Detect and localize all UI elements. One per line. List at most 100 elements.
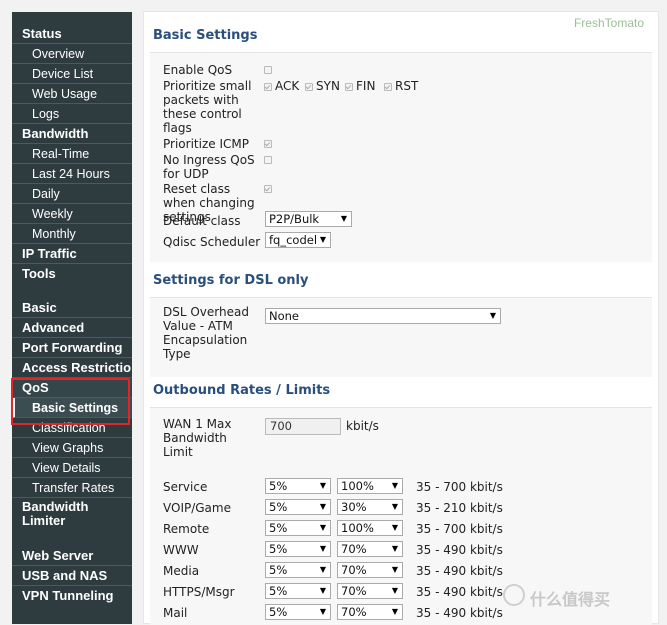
chevron-down-icon: ▼ — [319, 481, 326, 490]
max-rate-select[interactable]: 100% ▼ — [337, 520, 403, 536]
min-rate-select[interactable]: 5% ▼ — [265, 499, 331, 515]
basic-settings-panel: Enable QoS Prioritize small packets with… — [150, 52, 652, 262]
qdisc-scheduler-label: Qdisc Scheduler — [163, 235, 261, 249]
wan-max-bandwidth-input[interactable]: 700 — [265, 418, 341, 435]
watermark-logo-icon — [503, 584, 525, 606]
min-rate-select[interactable]: 5% ▼ — [265, 583, 331, 599]
min-rate-value: 5% — [269, 479, 288, 493]
nav-view-details[interactable]: View Details — [12, 458, 132, 478]
min-rate-select[interactable]: 5% ▼ — [265, 562, 331, 578]
min-rate-select[interactable]: 5% ▼ — [265, 520, 331, 536]
nav-bandwidth[interactable]: Bandwidth — [12, 124, 132, 144]
min-rate-select[interactable]: 5% ▼ — [265, 604, 331, 620]
ack-checkbox[interactable] — [264, 83, 272, 91]
max-rate-select[interactable]: 70% ▼ — [337, 541, 403, 557]
rate-class-name: Media — [163, 564, 200, 578]
chevron-down-icon: ▼ — [319, 607, 326, 616]
rate-class-name: Remote — [163, 522, 210, 536]
nav-bandwidth-limiter[interactable]: Bandwidth Limiter — [12, 498, 112, 528]
nav-tools[interactable]: Tools — [12, 264, 132, 284]
min-rate-select[interactable]: 5% ▼ — [265, 478, 331, 494]
min-rate-value: 5% — [269, 500, 288, 514]
max-rate-select[interactable]: 100% ▼ — [337, 478, 403, 494]
qdisc-scheduler-select[interactable]: fq_codel ▼ — [265, 232, 331, 248]
nav-usb-and-nas[interactable]: USB and NAS — [12, 566, 132, 586]
max-rate-value: 70% — [341, 563, 367, 577]
default-class-select[interactable]: P2P/Bulk ▼ — [265, 211, 352, 227]
nav-monthly[interactable]: Monthly — [12, 224, 132, 244]
default-class-value: P2P/Bulk — [269, 212, 320, 226]
min-rate-select[interactable]: 5% ▼ — [265, 541, 331, 557]
nav-ip-traffic[interactable]: IP Traffic — [12, 244, 132, 264]
nav-advanced[interactable]: Advanced — [12, 318, 132, 338]
prioritize-icmp-checkbox[interactable] — [264, 140, 272, 148]
max-rate-select[interactable]: 70% ▼ — [337, 583, 403, 599]
nav-qos-basic-settings[interactable]: Basic Settings — [12, 398, 132, 418]
nav-daily[interactable]: Daily — [12, 184, 132, 204]
nav-transfer-rates[interactable]: Transfer Rates — [12, 478, 132, 498]
min-rate-value: 5% — [269, 521, 288, 535]
enable-qos-checkbox[interactable] — [264, 66, 272, 74]
dsl-settings-panel: DSL Overhead Value - ATM Encapsulation T… — [150, 297, 652, 377]
syn-checkbox[interactable] — [305, 83, 313, 91]
dsl-overhead-label: DSL Overhead Value - ATM Encapsulation T… — [163, 305, 249, 361]
nav-weekly[interactable]: Weekly — [12, 204, 132, 224]
nav-port-forwarding[interactable]: Port Forwarding — [12, 338, 132, 358]
chevron-down-icon: ▼ — [319, 565, 326, 574]
chevron-down-icon: ▼ — [391, 481, 398, 490]
nav-classification[interactable]: Classification — [12, 418, 132, 438]
no-ingress-checkbox[interactable] — [264, 156, 272, 164]
nav-vpn-tunneling[interactable]: VPN Tunneling — [12, 586, 132, 606]
nav-access-restriction[interactable]: Access Restriction — [12, 358, 132, 378]
sidebar-nav: Status Overview Device List Web Usage Lo… — [12, 12, 132, 624]
rate-range-text: 35 - 700 kbit/s — [416, 522, 503, 536]
nav-logs[interactable]: Logs — [12, 104, 132, 124]
outbound-rates-title: Outbound Rates / Limits — [153, 383, 331, 398]
nav-overview[interactable]: Overview — [12, 44, 132, 64]
rate-range-text: 35 - 490 kbit/s — [416, 564, 503, 578]
nav-device-list[interactable]: Device List — [12, 64, 132, 84]
max-rate-select[interactable]: 30% ▼ — [337, 499, 403, 515]
nav-web-server[interactable]: Web Server — [12, 546, 132, 566]
rate-range-text: 35 - 490 kbit/s — [416, 543, 503, 557]
fin-label: FIN — [356, 79, 376, 93]
reset-class-checkbox[interactable] — [264, 185, 272, 193]
chevron-down-icon: ▼ — [319, 502, 326, 511]
chevron-down-icon: ▼ — [319, 586, 326, 595]
chevron-down-icon: ▼ — [489, 311, 496, 320]
wan-unit-label: kbit/s — [346, 419, 379, 433]
rate-range-text: 35 - 210 kbit/s — [416, 501, 503, 515]
nav-status[interactable]: Status — [12, 24, 132, 44]
nav-real-time[interactable]: Real-Time — [12, 144, 132, 164]
brand-logo: FreshTomato — [573, 16, 644, 30]
max-rate-select[interactable]: 70% ▼ — [337, 562, 403, 578]
fin-checkbox[interactable] — [345, 83, 353, 91]
rst-label: RST — [395, 79, 419, 93]
chevron-down-icon: ▼ — [391, 544, 398, 553]
max-rate-select[interactable]: 70% ▼ — [337, 604, 403, 620]
ack-label: ACK — [275, 79, 300, 93]
dsl-overhead-select[interactable]: None ▼ — [265, 308, 501, 324]
rate-range-text: 35 - 490 kbit/s — [416, 585, 503, 599]
max-rate-value: 30% — [341, 500, 367, 514]
basic-settings-title: Basic Settings — [153, 28, 258, 43]
rate-range-text: 35 - 490 kbit/s — [416, 606, 503, 620]
nav-qos[interactable]: QoS — [12, 378, 132, 398]
min-rate-value: 5% — [269, 542, 288, 556]
min-rate-value: 5% — [269, 563, 288, 577]
max-rate-value: 70% — [341, 605, 367, 619]
wan-max-bandwidth-label: WAN 1 Max Bandwidth Limit — [163, 417, 232, 459]
chevron-down-icon: ▼ — [319, 544, 326, 553]
nav-last-24-hours[interactable]: Last 24 Hours — [12, 164, 132, 184]
nav-basic[interactable]: Basic — [12, 298, 132, 318]
qdisc-scheduler-value: fq_codel — [269, 233, 318, 247]
chevron-down-icon: ▼ — [391, 565, 398, 574]
chevron-down-icon: ▼ — [391, 502, 398, 511]
nav-view-graphs[interactable]: View Graphs — [12, 438, 132, 458]
nav-web-usage[interactable]: Web Usage — [12, 84, 132, 104]
chevron-down-icon: ▼ — [319, 523, 326, 532]
rate-class-name: Service — [163, 480, 208, 494]
chevron-down-icon: ▼ — [391, 523, 398, 532]
prioritize-icmp-label: Prioritize ICMP — [163, 137, 249, 151]
rst-checkbox[interactable] — [384, 83, 392, 91]
